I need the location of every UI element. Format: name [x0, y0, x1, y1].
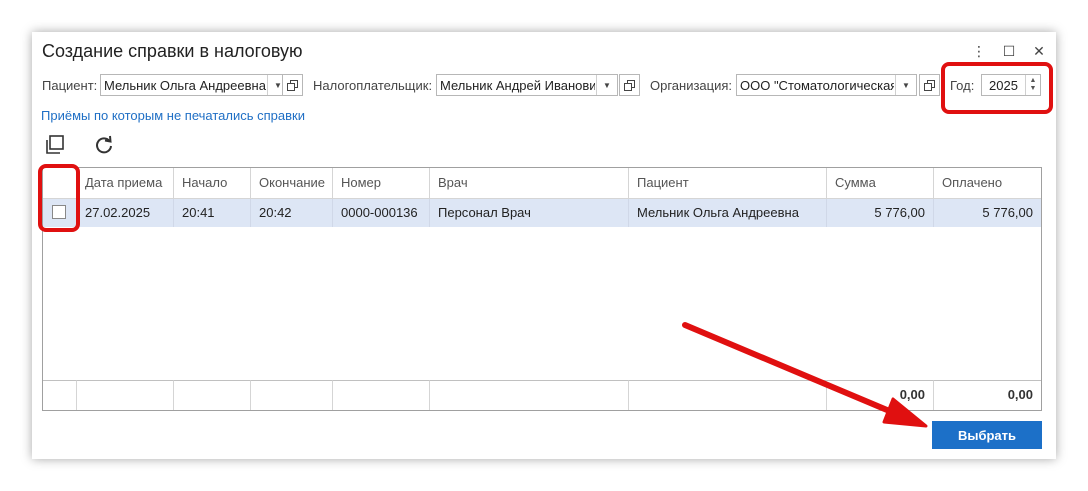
arrow-annotation-icon — [682, 322, 928, 428]
